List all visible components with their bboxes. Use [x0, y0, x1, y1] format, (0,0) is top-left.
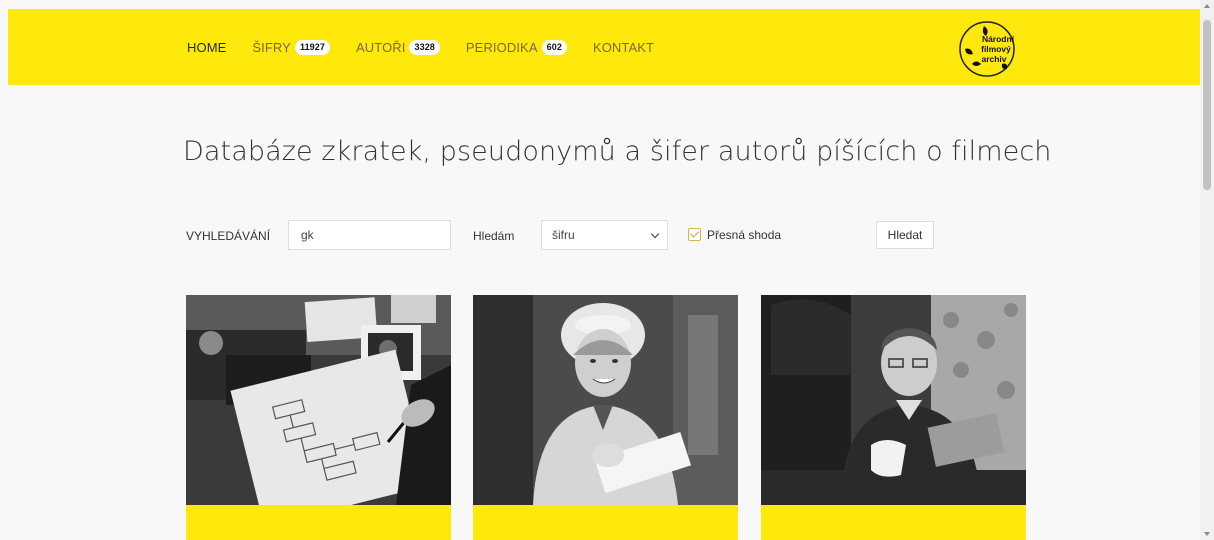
nav-sifry-label: ŠIFRY	[252, 39, 291, 55]
periodika-count-badge: 602	[541, 39, 567, 55]
search-mode-select[interactable]: šifru	[541, 220, 668, 250]
nav-home-link[interactable]: HOME	[187, 40, 226, 55]
smiling-woman-writing-photo-icon	[473, 295, 738, 505]
nav-home-label: HOME	[187, 39, 227, 55]
narodni-filmovy-archiv-logo[interactable]: Národní filmový archiv	[958, 20, 1016, 78]
scroll-thumb[interactable]	[1203, 20, 1211, 190]
card-footer	[186, 505, 451, 540]
card-footer	[473, 505, 738, 540]
exact-match-label[interactable]: Přesná shoda	[707, 228, 781, 242]
sifry-count-badge: 11927	[294, 39, 330, 55]
nav-autori-label: AUTOŘI	[356, 39, 406, 55]
nav-sifry-link[interactable]: ŠIFRY 11927	[252, 39, 330, 55]
exact-match-checkbox[interactable]	[688, 228, 701, 241]
card-footer	[761, 505, 1026, 540]
search-mode-value: šifru	[552, 228, 575, 242]
nav-periodika-link[interactable]: PERIODIKA 602	[465, 39, 567, 55]
main-nav: HOME ŠIFRY 11927 AUTOŘI 3328 PERIODIKA 602 …	[187, 9, 680, 85]
page-title: Databáze zkratek, pseudonymů a šifer aut…	[183, 136, 1052, 167]
svg-text:Národní: Národní	[982, 34, 1015, 44]
scroll-down-icon[interactable]	[1204, 532, 1210, 536]
page-scrollbar[interactable]	[1200, 0, 1214, 540]
top-navbar: HOME ŠIFRY 11927 AUTOŘI 3328 PERIODIKA 602 …	[8, 9, 1200, 85]
card-notebook[interactable]	[186, 295, 451, 540]
notebook-with-diagram-photo-icon	[186, 295, 451, 505]
autori-count-badge: 3328	[409, 39, 440, 55]
card-woman[interactable]	[473, 295, 738, 540]
nav-autori-link[interactable]: AUTOŘI 3328	[356, 39, 440, 55]
search-input[interactable]	[288, 220, 451, 250]
nav-kontakt-label: KONTAKT	[592, 39, 655, 55]
nav-periodika-label: PERIODIKA	[465, 39, 538, 55]
svg-text:filmový: filmový	[981, 44, 1011, 54]
search-mode-label: Hledám	[473, 229, 515, 243]
page: HOME ŠIFRY 11927 AUTOŘI 3328 PERIODIKA 602 …	[0, 0, 1214, 540]
nav-kontakt-link[interactable]: KONTAKT	[593, 40, 654, 55]
search-label: VYHLEDÁVÁNÍ	[186, 229, 271, 243]
search-button[interactable]: Hledat	[876, 221, 934, 249]
card-man[interactable]	[761, 295, 1026, 540]
chevron-down-icon	[650, 229, 660, 239]
svg-text:archiv: archiv	[981, 54, 1006, 64]
scroll-up-icon[interactable]	[1204, 4, 1210, 8]
man-reading-magazine-photo-icon	[761, 295, 1026, 505]
